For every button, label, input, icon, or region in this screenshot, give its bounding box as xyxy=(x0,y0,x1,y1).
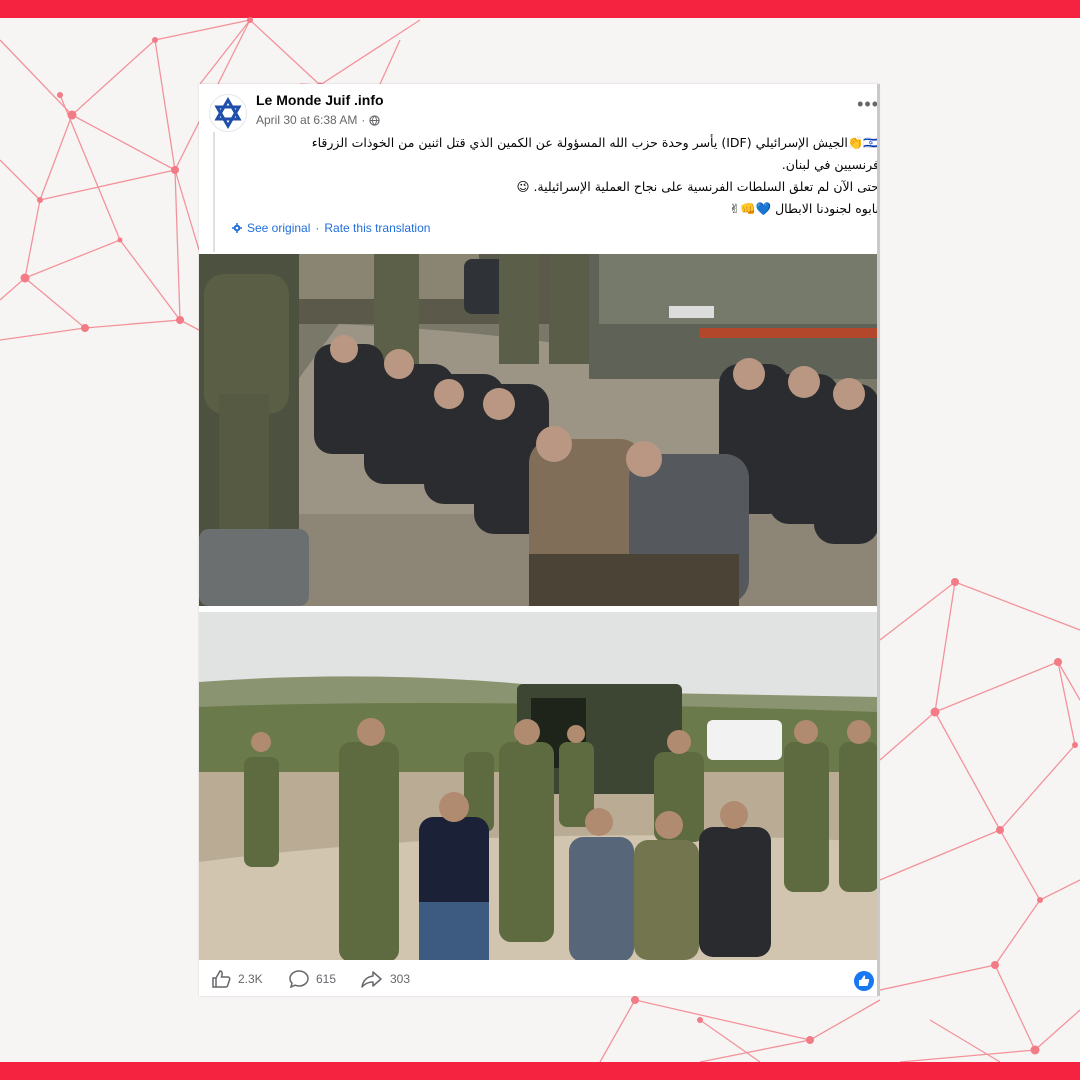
share-arrow-icon xyxy=(361,971,382,988)
share-count: 303 xyxy=(390,972,411,986)
translation-separator: · xyxy=(315,221,320,235)
bottom-accent-bar xyxy=(0,1062,1080,1080)
post-action-bar: 2.3K 615 303 xyxy=(199,964,879,996)
see-original-link[interactable]: See original xyxy=(247,221,310,235)
comment-button[interactable]: 615 xyxy=(289,970,336,988)
rate-translation-link[interactable]: Rate this translation xyxy=(324,221,430,235)
comment-count: 615 xyxy=(316,972,337,986)
post-photo-detainees-kneeling[interactable] xyxy=(199,254,879,606)
post-text-line: 🇮🇱👏الجيش الإسرائيلي (IDF) يأسر وحدة حزب … xyxy=(311,135,879,150)
like-reaction-icon[interactable] xyxy=(853,970,875,992)
post-photo-detainees-soldiers[interactable] xyxy=(199,612,879,960)
scrollbar-edge xyxy=(877,84,880,996)
post-meta: April 30 at 6:38 AM · xyxy=(256,113,381,127)
share-button[interactable]: 303 xyxy=(361,970,410,988)
page-avatar[interactable] xyxy=(209,94,247,132)
meta-separator: · xyxy=(361,113,366,127)
post-text-line: نابوه لجنودنا الابطال 💙👊✌ xyxy=(729,201,879,216)
facebook-post-card: Le Monde Juif .info April 30 at 6:38 AM … xyxy=(199,84,879,996)
globe-icon xyxy=(369,114,381,126)
gear-icon xyxy=(232,223,242,233)
thumbs-up-icon xyxy=(212,970,231,988)
post-timestamp[interactable]: April 30 at 6:38 AM xyxy=(256,113,357,127)
post-text-line: حتى الآن لم تعلق السلطات الفرنسية على نج… xyxy=(516,179,879,194)
comment-icon xyxy=(289,970,309,988)
page-name-link[interactable]: Le Monde Juif .info xyxy=(256,92,384,108)
like-count: 2.3K xyxy=(238,972,263,986)
post-text-line: فرنسيين في لبنان. xyxy=(781,157,879,172)
translation-links: See original · Rate this translation xyxy=(232,221,430,235)
more-options-button[interactable]: ••• xyxy=(857,94,879,115)
star-of-david-icon xyxy=(214,97,242,129)
like-button[interactable]: 2.3K xyxy=(211,970,263,988)
